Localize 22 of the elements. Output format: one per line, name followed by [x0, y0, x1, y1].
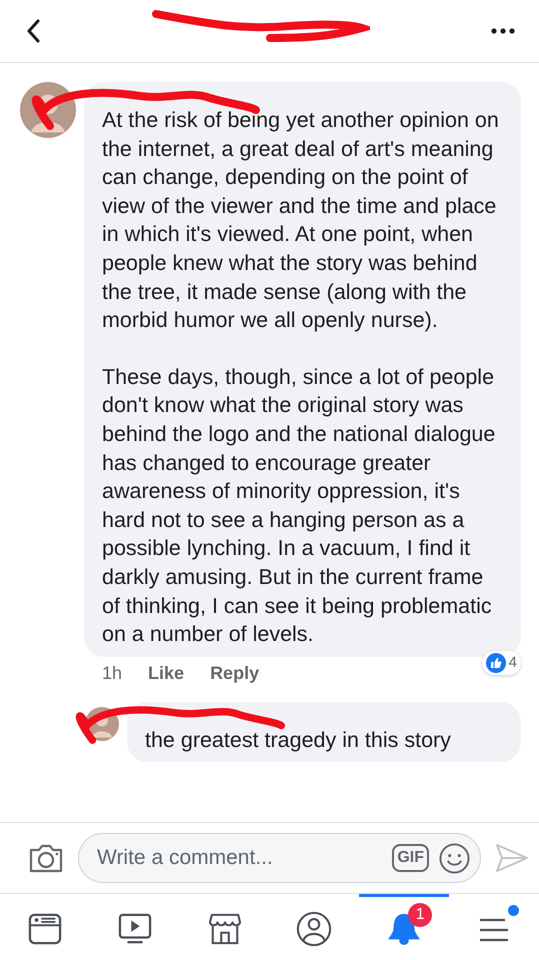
gif-button[interactable]: GIF [392, 844, 429, 872]
thumbs-up-icon [486, 652, 506, 673]
reaction-count[interactable]: 4 [482, 650, 521, 675]
more-icon[interactable] [491, 28, 515, 34]
smiley-icon[interactable] [439, 842, 470, 874]
news-feed-icon [28, 912, 62, 944]
notification-badge: 1 [408, 903, 432, 927]
avatar[interactable] [85, 706, 119, 741]
comment-text: At the risk of being yet another opinion on the internet, a great deal of art's meaning can change, depending on the point of view of the viewer and the time and place in which it's viewed. At one point, when people knew what the story was behind the tree, it made sense (along with the morbid humor we all openly nurse). [102, 107, 500, 334]
notifications-tab[interactable]: 1 [359, 894, 450, 960]
reply-link[interactable]: Reply [210, 662, 260, 684]
avatar[interactable] [20, 82, 76, 138]
comment-text: These days, though, since a lot of people don't know what the original story was behind the logo and the national dialogue has changed to encourage greater awareness of minority oppression, it's hard not to see a hanging person as a possible lynching. In a vacuum, I find it darkly amusing. But in the current frame of thinking, I can see it being problematic on a number of levels. [102, 364, 496, 648]
timestamp: 1h [102, 662, 122, 684]
shop-icon [208, 912, 242, 944]
camera-icon[interactable] [28, 842, 64, 874]
profile-icon [296, 910, 332, 946]
video-play-icon [118, 912, 152, 944]
back-icon[interactable] [26, 19, 40, 43]
like-link[interactable]: Like [148, 662, 184, 684]
comment-text: the greatest tragedy in this story [145, 726, 452, 754]
comment-field[interactable]: Write a comment... GIF [78, 833, 481, 883]
